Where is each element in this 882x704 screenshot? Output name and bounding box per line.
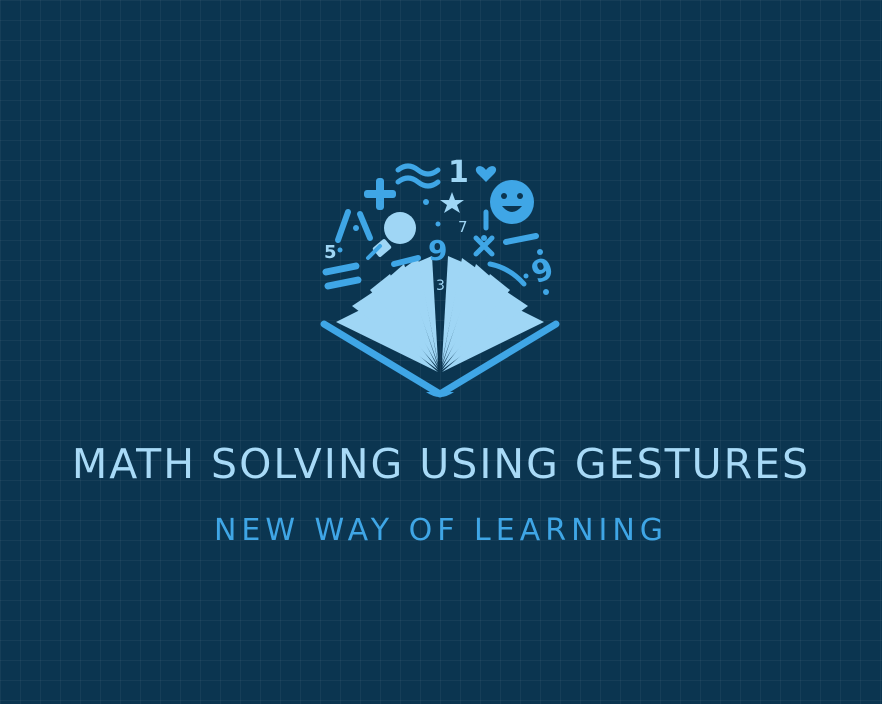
digit-five-glyph: 5 (324, 242, 337, 263)
digit-nine-right-glyph: 9 (527, 251, 559, 291)
book-math-logo-icon: 1 5 7 9 3 9 (320, 155, 560, 398)
app-tagline: NEW WAY OF LEARNING (213, 513, 669, 548)
lightbulb-icon (366, 212, 416, 260)
digit-three-glyph: 3 (436, 278, 445, 294)
heart-icon (475, 166, 497, 182)
digit-seven-glyph: 7 (458, 218, 468, 236)
digit-nine-glyph: 9 (428, 234, 447, 267)
equals-icon (322, 262, 362, 290)
plus-icon (364, 178, 396, 210)
right-minus-icon (503, 233, 539, 245)
app-title: MATH SOLVING USING GESTURES (71, 440, 811, 488)
smiley-icon (490, 180, 534, 224)
approx-icon (395, 163, 441, 189)
digit-one-glyph: 1 (448, 155, 469, 190)
star-icon (440, 192, 464, 213)
